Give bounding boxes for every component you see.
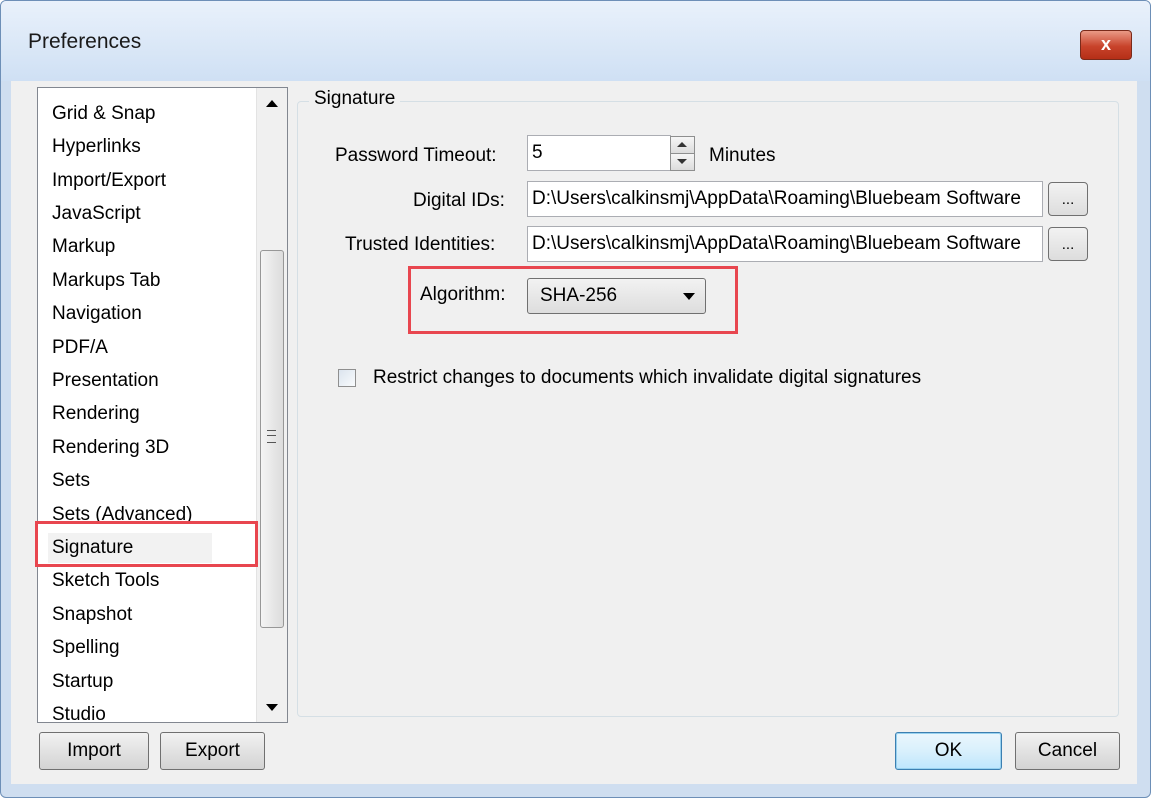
minutes-label: Minutes [709,145,776,166]
close-icon: x [1100,34,1111,54]
spin-down-icon[interactable] [670,153,695,171]
cancel-button[interactable]: Cancel [1015,732,1120,770]
scroll-grip-icon [267,430,276,443]
list-item-navigation[interactable]: Navigation [52,299,142,329]
list-item-pdfa[interactable]: PDF/A [52,333,108,363]
list-item-import-export[interactable]: Import/Export [52,166,166,196]
digital-ids-browse-button[interactable]: ... [1048,182,1088,216]
signature-highlight-box [35,521,258,567]
list-item-grid-snap[interactable]: Grid & Snap [52,99,156,129]
list-item-presentation[interactable]: Presentation [52,366,159,396]
close-button[interactable]: x [1080,30,1132,60]
digital-ids-label: Digital IDs: [413,190,505,211]
import-button[interactable]: Import [39,732,149,770]
list-item-hyperlinks[interactable]: Hyperlinks [52,132,141,162]
restrict-changes-checkbox[interactable] [338,369,356,387]
list-item-javascript[interactable]: JavaScript [52,199,141,229]
list-item-startup[interactable]: Startup [52,667,113,697]
trusted-identities-browse-button[interactable]: ... [1048,227,1088,261]
title-bar: Preferences x [1,1,1150,81]
list-item-markups-tab[interactable]: Markups Tab [52,266,160,296]
list-item-sets[interactable]: Sets [52,466,90,496]
scroll-thumb[interactable] [260,250,284,628]
trusted-identities-input[interactable]: D:\Users\calkinsmj\AppData\Roaming\Blueb… [527,226,1043,262]
password-timeout-input[interactable]: 5 [527,135,671,171]
password-timeout-stepper[interactable] [670,136,695,171]
preferences-dialog: Preferences x Grid & Snap Hyperlinks Imp… [0,0,1151,798]
dialog-body: Grid & Snap Hyperlinks Import/Export Jav… [11,81,1137,784]
list-item-sketch-tools[interactable]: Sketch Tools [52,566,159,596]
scroll-down-arrow-icon[interactable] [266,704,278,711]
ok-button[interactable]: OK [895,732,1002,770]
dialog-title: Preferences [28,30,142,53]
password-timeout-label: Password Timeout: [335,145,497,166]
list-item-studio[interactable]: Studio [52,700,106,722]
category-list[interactable]: Grid & Snap Hyperlinks Import/Export Jav… [37,87,288,723]
export-button[interactable]: Export [160,732,265,770]
spin-up-icon[interactable] [670,136,695,154]
signature-group-title: Signature [309,88,401,110]
list-item-rendering[interactable]: Rendering [52,399,140,429]
trusted-identities-label: Trusted Identities: [345,234,496,255]
list-item-snapshot[interactable]: Snapshot [52,600,132,630]
digital-ids-input[interactable]: D:\Users\calkinsmj\AppData\Roaming\Blueb… [527,181,1043,217]
list-scrollbar[interactable] [256,88,287,722]
list-item-spelling[interactable]: Spelling [52,633,120,663]
algorithm-highlight-box [408,266,738,334]
restrict-changes-label[interactable]: Restrict changes to documents which inva… [373,367,921,389]
scroll-up-arrow-icon[interactable] [266,100,278,107]
list-item-rendering-3d[interactable]: Rendering 3D [52,433,169,463]
list-item-markup[interactable]: Markup [52,232,115,262]
